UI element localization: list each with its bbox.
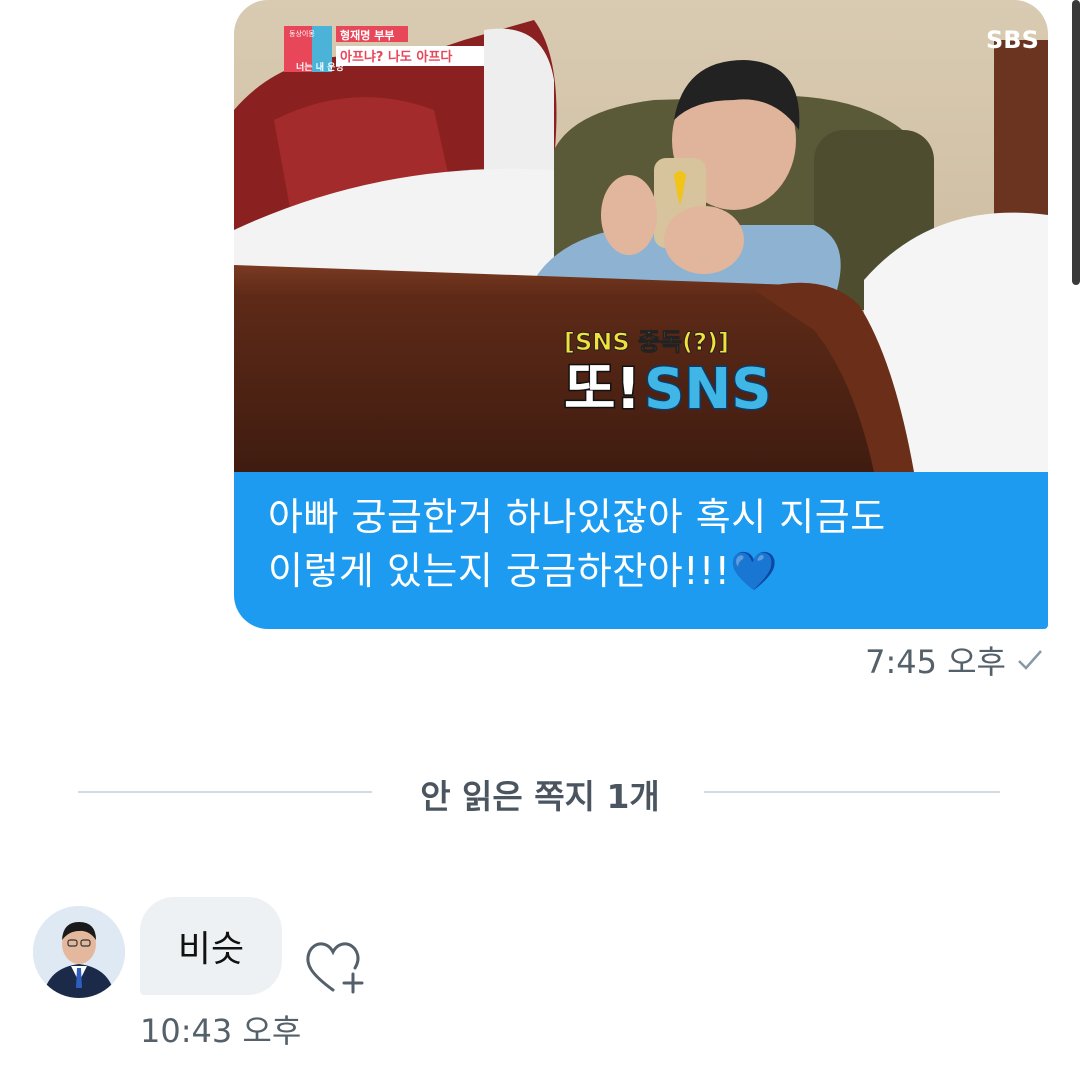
sent-message-meta: 7:45 오후 — [865, 637, 1044, 683]
sent-message-image[interactable]: 너는 내 운명 동상이몽 형재명 부부 아프냐? 나도 아프다 SBS [SNS… — [234, 0, 1048, 472]
caption-top-2: 아프냐? 나도 아프다 — [340, 49, 452, 65]
received-message-text: 비슷 — [177, 929, 245, 970]
divider-line-right — [704, 791, 1000, 793]
caption-main-2: SNS — [644, 357, 772, 422]
blue-heart-icon: 💙 — [730, 549, 779, 593]
sent-message-line-2-wrap: 이렇게 있는지 궁금하잔아!!!💙 — [268, 544, 1018, 598]
unread-divider-label: 안 읽은 쪽지 1개 — [420, 777, 660, 816]
received-message-bubble[interactable]: 비슷 — [140, 897, 282, 995]
sent-message-time: 7:45 오후 — [865, 643, 1006, 681]
program-tag: 동상이몽 — [289, 29, 315, 38]
caption-sub: [SNS 중독(?)] — [564, 328, 729, 356]
check-icon — [1018, 650, 1042, 670]
sent-message-line-2: 이렇게 있는지 궁금하잔아!!! — [268, 549, 731, 593]
scrollbar-thumb[interactable] — [1072, 0, 1080, 285]
avatar[interactable] — [33, 906, 125, 998]
sent-message-line-1: 아빠 궁금한거 하나있잖아 혹시 지금도 — [268, 495, 886, 539]
sbs-logo: SBS — [986, 26, 1039, 54]
sent-message-bubble[interactable]: 아빠 궁금한거 하나있잖아 혹시 지금도 이렇게 있는지 궁금하잔아!!!💙 — [234, 472, 1048, 629]
add-reaction-heart-icon[interactable] — [303, 936, 369, 996]
caption-main-1: 또! — [564, 357, 641, 422]
caption-top-1: 형재명 부부 — [340, 28, 394, 42]
received-message-time: 10:43 오후 — [140, 1012, 302, 1050]
